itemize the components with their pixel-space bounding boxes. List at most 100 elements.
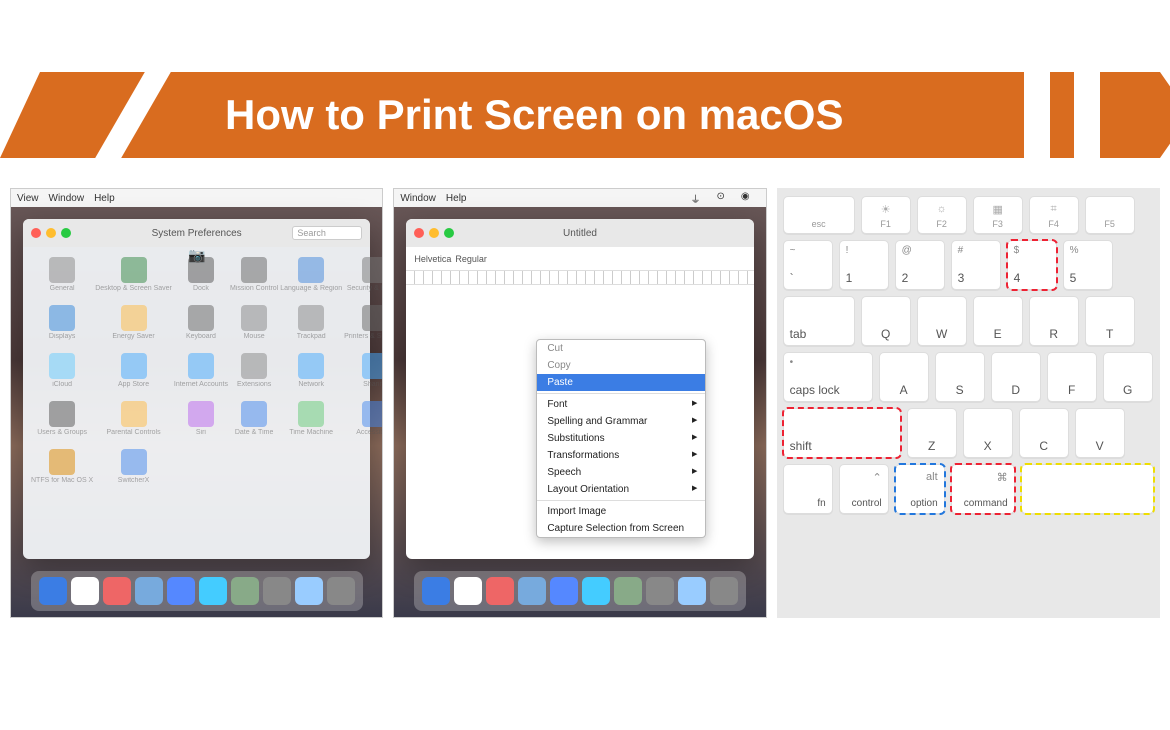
key-F2[interactable]: ☼F2 xyxy=(917,196,967,234)
menu-help[interactable]: Help xyxy=(446,193,467,204)
key-D[interactable]: D xyxy=(991,352,1041,402)
pref-item[interactable]: Mission Control xyxy=(230,257,278,301)
dock-app-icon[interactable] xyxy=(518,577,546,605)
dock-app-icon[interactable] xyxy=(39,577,67,605)
pref-item[interactable]: iCloud xyxy=(31,353,93,397)
key-command[interactable]: ⌘command xyxy=(951,464,1015,514)
dock-app-icon[interactable] xyxy=(486,577,514,605)
menu-window[interactable]: Window xyxy=(400,193,436,204)
key-F[interactable]: F xyxy=(1047,352,1097,402)
pref-item[interactable]: Desktop & Screen Saver xyxy=(95,257,172,301)
pref-item[interactable]: Accessibility xyxy=(344,401,383,445)
menu-paste[interactable]: Paste xyxy=(537,374,705,391)
key-S[interactable]: S xyxy=(935,352,985,402)
key-5[interactable]: %5 xyxy=(1063,240,1113,290)
menu-window[interactable]: Window xyxy=(49,193,85,204)
pref-item[interactable]: Sharing xyxy=(344,353,383,397)
key-3[interactable]: #3 xyxy=(951,240,1001,290)
key-W[interactable]: W xyxy=(917,296,967,346)
siri-icon[interactable]: ◉ xyxy=(741,191,750,206)
key-option[interactable]: altoption xyxy=(895,464,945,514)
dock-app-icon[interactable] xyxy=(710,577,738,605)
dock-app-icon[interactable] xyxy=(167,577,195,605)
menu-substitutions[interactable]: Substitutions xyxy=(537,430,705,447)
pref-item[interactable]: Siri xyxy=(174,401,228,445)
minimize-icon[interactable] xyxy=(46,228,56,238)
pref-item[interactable]: Extensions xyxy=(230,353,278,397)
key-F3[interactable]: ▦F3 xyxy=(973,196,1023,234)
pref-item[interactable]: Energy Saver xyxy=(95,305,172,349)
pref-item[interactable]: Internet Accounts xyxy=(174,353,228,397)
pref-item[interactable]: Network xyxy=(280,353,342,397)
dock-app-icon[interactable] xyxy=(454,577,482,605)
dock-app-icon[interactable] xyxy=(231,577,259,605)
pref-item[interactable]: Trackpad xyxy=(280,305,342,349)
key-G[interactable]: G xyxy=(1103,352,1153,402)
dock-app-icon[interactable] xyxy=(646,577,674,605)
font-select[interactable]: Helvetica xyxy=(414,254,451,264)
menu-speech[interactable]: Speech xyxy=(537,464,705,481)
pref-item[interactable]: Displays xyxy=(31,305,93,349)
zoom-icon[interactable] xyxy=(61,228,71,238)
key-T[interactable]: T xyxy=(1085,296,1135,346)
key-X[interactable]: X xyxy=(963,408,1013,458)
menu-font[interactable]: Font xyxy=(537,396,705,413)
dock-app-icon[interactable] xyxy=(550,577,578,605)
key-E[interactable]: E xyxy=(973,296,1023,346)
key-fn[interactable]: fn xyxy=(783,464,833,514)
pref-item[interactable]: Time Machine xyxy=(280,401,342,445)
key-R[interactable]: R xyxy=(1029,296,1079,346)
pref-item[interactable]: App Store xyxy=(95,353,172,397)
pref-item[interactable]: Security & Privacy xyxy=(344,257,383,301)
dock-app-icon[interactable] xyxy=(614,577,642,605)
dock-app-icon[interactable] xyxy=(135,577,163,605)
key-A[interactable]: A xyxy=(879,352,929,402)
menu-layout[interactable]: Layout Orientation xyxy=(537,481,705,498)
dock-app-icon[interactable] xyxy=(295,577,323,605)
pref-item[interactable]: Date & Time xyxy=(230,401,278,445)
dock-app-icon[interactable] xyxy=(678,577,706,605)
key-C[interactable]: C xyxy=(1019,408,1069,458)
close-icon[interactable] xyxy=(414,228,424,238)
key-control[interactable]: ⌃control xyxy=(839,464,889,514)
dock-app-icon[interactable] xyxy=(71,577,99,605)
pref-item[interactable]: Mouse xyxy=(230,305,278,349)
close-icon[interactable] xyxy=(31,228,41,238)
pref-item[interactable]: NTFS for Mac OS X xyxy=(31,449,93,493)
menu-capture-screen[interactable]: Capture Selection from Screen xyxy=(537,520,705,537)
pref-item[interactable]: Users & Groups xyxy=(31,401,93,445)
search-input[interactable]: Search xyxy=(292,226,362,240)
key-F4[interactable]: ⌗F4 xyxy=(1029,196,1079,234)
key-shift[interactable]: shift xyxy=(783,408,901,458)
pref-item[interactable]: Printers & Scanners xyxy=(344,305,383,349)
pref-item[interactable]: Language & Region xyxy=(280,257,342,301)
dock-app-icon[interactable] xyxy=(103,577,131,605)
key-4[interactable]: $4 xyxy=(1007,240,1057,290)
minimize-icon[interactable] xyxy=(429,228,439,238)
key-V[interactable]: V xyxy=(1075,408,1125,458)
key-1[interactable]: !1 xyxy=(839,240,889,290)
key-F1[interactable]: ☀F1 xyxy=(861,196,911,234)
wifi-icon[interactable]: ⏚ xyxy=(691,191,701,206)
key-capslock[interactable]: caps lock• xyxy=(783,352,873,402)
pref-item[interactable]: Keyboard xyxy=(174,305,228,349)
pref-item[interactable]: Dock xyxy=(174,257,228,301)
dock-app-icon[interactable] xyxy=(263,577,291,605)
menu-help[interactable]: Help xyxy=(94,193,115,204)
menu-transformations[interactable]: Transformations xyxy=(537,447,705,464)
dock-app-icon[interactable] xyxy=(582,577,610,605)
dock-app-icon[interactable] xyxy=(422,577,450,605)
key-F5[interactable]: F5 xyxy=(1085,196,1135,234)
key-2[interactable]: @2 xyxy=(895,240,945,290)
menu-import-image[interactable]: Import Image xyxy=(537,503,705,520)
style-select[interactable]: Regular xyxy=(455,254,487,264)
key-spacebar[interactable] xyxy=(1021,464,1154,514)
pref-item[interactable]: Parental Controls xyxy=(95,401,172,445)
spotlight-icon[interactable]: ⊙ xyxy=(717,191,725,206)
key-`[interactable]: ~` xyxy=(783,240,833,290)
key-Z[interactable]: Z xyxy=(907,408,957,458)
dock-app-icon[interactable] xyxy=(327,577,355,605)
key-esc[interactable]: esc xyxy=(783,196,855,234)
key-Q[interactable]: Q xyxy=(861,296,911,346)
key-tab[interactable]: tab xyxy=(783,296,855,346)
